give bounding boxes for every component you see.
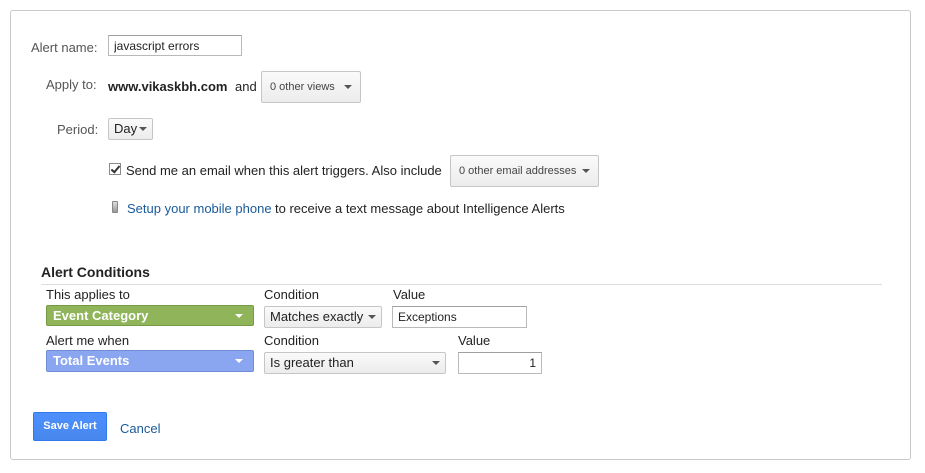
threshold-value-input[interactable] [458, 352, 542, 374]
email-text: Send me an email when this alert trigger… [126, 163, 442, 178]
section-divider [41, 284, 882, 285]
metric-dropdown[interactable]: Total Events [46, 350, 254, 372]
email-addresses-dropdown[interactable]: 0 other email addresses [450, 155, 599, 187]
mobile-phone-icon [112, 201, 118, 213]
chevron-down-icon [344, 85, 352, 89]
chevron-down-icon [235, 359, 243, 363]
views-dropdown[interactable]: 0 other views [261, 71, 361, 103]
chevron-down-icon [582, 169, 590, 173]
email-checkbox[interactable] [109, 163, 121, 175]
period-dropdown-label: Day [114, 121, 138, 136]
alert-form-panel [10, 10, 911, 460]
alert-name-label: Alert name: [31, 40, 98, 55]
setup-mobile-link[interactable]: Setup your mobile phone [127, 201, 272, 216]
alert-me-when-label: Alert me when [46, 333, 130, 348]
period-label: Period: [57, 122, 99, 137]
chevron-down-icon [432, 361, 440, 365]
alert-name-input[interactable] [108, 35, 242, 56]
site-name: www.vikaskbh.com [108, 79, 228, 94]
chevron-down-icon [235, 313, 243, 318]
metric-label: Total Events [53, 353, 130, 368]
match-condition-dropdown[interactable]: Matches exactly [264, 306, 382, 328]
cancel-link[interactable]: Cancel [120, 421, 160, 436]
mobile-text: to receive a text message about Intellig… [275, 201, 565, 216]
dimension-dropdown[interactable]: Event Category [46, 305, 254, 326]
match-value-input[interactable] [392, 306, 527, 328]
value-label: Value [393, 287, 426, 302]
dimension-label: Event Category [53, 308, 149, 323]
save-alert-button[interactable]: Save Alert [33, 412, 107, 441]
views-dropdown-label: 0 other views [270, 81, 335, 93]
alert-conditions-title: Alert Conditions [41, 264, 150, 280]
threshold-condition-dropdown[interactable]: Is greater than [264, 352, 446, 374]
chevron-down-icon [139, 127, 147, 131]
alert-condition-label: Condition [264, 333, 319, 348]
and-text: and [235, 79, 257, 94]
email-addresses-dropdown-label: 0 other email addresses [459, 165, 577, 177]
threshold-condition-label: Is greater than [270, 355, 354, 370]
condition-label: Condition [264, 287, 319, 302]
applies-to-label: This applies to [46, 287, 130, 302]
alert-value-label: Value [458, 333, 491, 348]
apply-to-label: Apply to: [46, 77, 97, 92]
chevron-down-icon [368, 315, 376, 319]
period-dropdown[interactable]: Day [108, 118, 153, 140]
match-condition-label: Matches exactly [270, 309, 364, 324]
